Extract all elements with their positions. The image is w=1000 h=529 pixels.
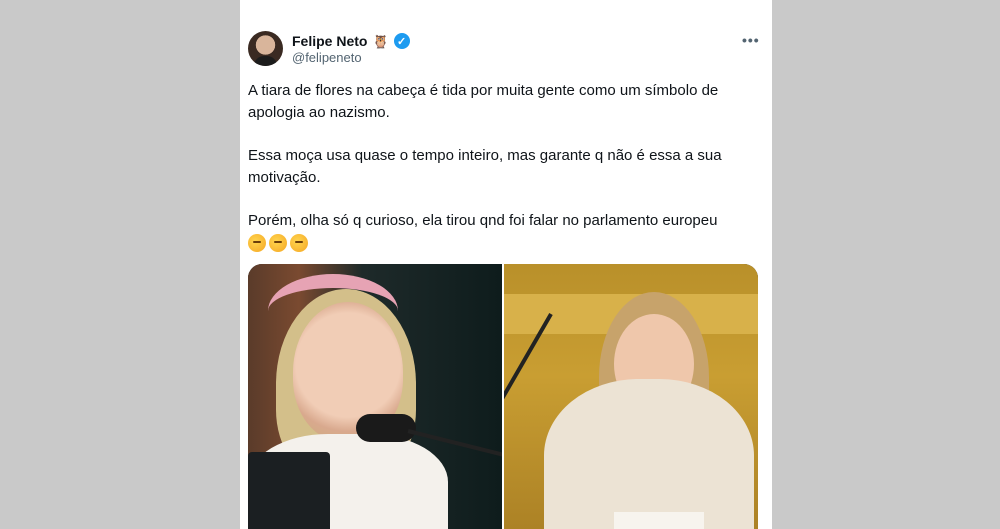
- emoji-row: [248, 234, 753, 252]
- tweet-text: A tiara de flores na cabeça é tida por m…: [248, 80, 753, 252]
- tweet-paragraph-2: Essa moça usa quase o tempo inteiro, mas…: [248, 147, 722, 186]
- author-handle[interactable]: @felipeneto: [292, 50, 362, 65]
- jacket-shape: [544, 379, 754, 529]
- thinking-face-icon: [248, 234, 266, 252]
- thinking-face-icon: [269, 234, 287, 252]
- photo-right[interactable]: [504, 264, 758, 529]
- author-name[interactable]: Felipe Neto: [292, 33, 367, 49]
- paper-shape: [614, 512, 704, 529]
- monitor-shape: [248, 452, 330, 529]
- tweet-paragraph-1: A tiara de flores na cabeça é tida por m…: [248, 82, 719, 121]
- owl-emoji: 🦉: [372, 33, 389, 49]
- avatar[interactable]: [248, 31, 283, 66]
- tweet-card: Felipe Neto 🦉 ✓ @felipeneto ••• A tiara …: [240, 0, 772, 529]
- tweet-media[interactable]: [248, 264, 758, 529]
- photo-left[interactable]: [248, 264, 502, 529]
- author-row: Felipe Neto 🦉 ✓: [292, 32, 410, 50]
- left-background: [0, 0, 240, 529]
- more-options-icon[interactable]: •••: [742, 32, 760, 48]
- thinking-face-icon: [290, 234, 308, 252]
- microphone-shape: [356, 414, 416, 442]
- verified-badge-icon: ✓: [393, 33, 410, 49]
- right-background: [772, 0, 1000, 529]
- tweet-paragraph-3: Porém, olha só q curioso, ela tirou qnd …: [248, 212, 718, 229]
